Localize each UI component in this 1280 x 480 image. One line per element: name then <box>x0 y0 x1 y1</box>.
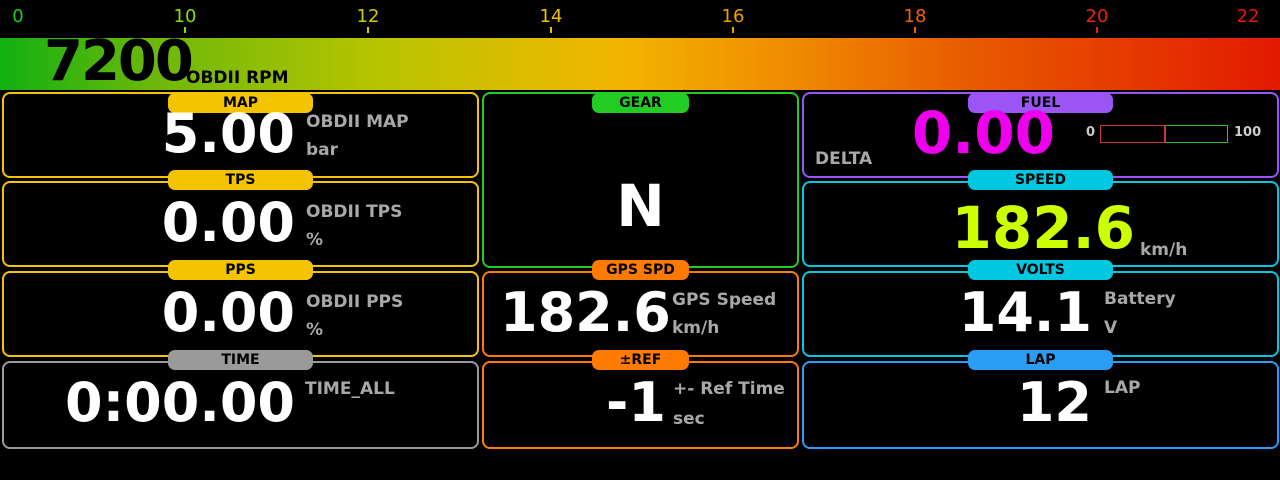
map-label: OBDII MAP <box>306 112 409 132</box>
speed-unit: km/h <box>1140 240 1188 260</box>
rpm-label: OBDII RPM <box>186 68 289 88</box>
pps-value: 0.00 <box>161 281 295 344</box>
rpm-tick-mark <box>367 27 369 33</box>
pps-label: OBDII PPS <box>306 292 404 312</box>
time-label: TIME_ALL <box>305 379 395 399</box>
gps-speed-label: GPS Speed <box>672 290 777 310</box>
rpm-tick-10: 10 <box>173 6 197 27</box>
rpm-tick-16: 16 <box>721 6 745 27</box>
ref-unit: sec <box>673 409 705 429</box>
volts-unit: V <box>1104 318 1118 338</box>
volts-tag: VOLTS <box>968 260 1113 280</box>
rpm-tick-mark <box>732 27 734 33</box>
rpm-tick-mark <box>550 27 552 33</box>
gps-speed-value: 182.6 <box>500 281 671 344</box>
rpm-tick-20: 20 <box>1085 6 1109 27</box>
fuel-delta-bar-negative <box>1100 125 1166 143</box>
lap-label: LAP <box>1104 378 1141 398</box>
tps-tag: TPS <box>168 170 313 190</box>
rpm-tick-14: 14 <box>539 6 563 27</box>
rpm-tick-mark <box>1096 27 1098 33</box>
ref-tag: ±REF <box>592 350 689 370</box>
time-tag: TIME <box>168 350 313 370</box>
fuel-value: 0.00 <box>911 99 1055 167</box>
gps-speed-tag: GPS SPD <box>592 260 689 280</box>
ref-label: +- Ref Time <box>673 379 785 399</box>
tps-label: OBDII TPS <box>306 202 403 222</box>
rpm-value: 7200 <box>44 29 194 94</box>
fuel-scale-min: 0 <box>1086 125 1096 140</box>
map-value: 5.00 <box>161 102 295 165</box>
gear-value: N <box>616 172 665 240</box>
rpm-tick-12: 12 <box>356 6 380 27</box>
volts-label: Battery <box>1104 289 1176 309</box>
rpm-tick-0: 0 <box>12 6 24 27</box>
lap-tag: LAP <box>968 350 1113 370</box>
volts-value: 14.1 <box>958 281 1092 344</box>
time-value: 0:00.00 <box>65 371 295 434</box>
tps-unit: % <box>306 230 324 250</box>
pps-tag: PPS <box>168 260 313 280</box>
dashboard: 0 10 12 14 16 18 20 22 7200 OBDII RPM MA… <box>0 0 1280 480</box>
gps-speed-unit: km/h <box>672 318 720 338</box>
fuel-delta-label: DELTA <box>815 149 873 169</box>
gear-tag: GEAR <box>592 93 689 113</box>
fuel-scale-max: 100 <box>1234 125 1262 140</box>
rpm-tick-mark <box>914 27 916 33</box>
tps-value: 0.00 <box>161 191 295 254</box>
ref-value: -1 <box>606 371 666 434</box>
lap-value: 12 <box>1016 371 1092 434</box>
pps-unit: % <box>306 320 324 340</box>
rpm-tick-22: 22 <box>1236 6 1260 27</box>
speed-tag: SPEED <box>968 170 1113 190</box>
fuel-delta-bar <box>1100 125 1228 143</box>
rpm-tick-18: 18 <box>903 6 927 27</box>
map-unit: bar <box>306 140 339 160</box>
speed-value: 182.6 <box>951 194 1135 262</box>
